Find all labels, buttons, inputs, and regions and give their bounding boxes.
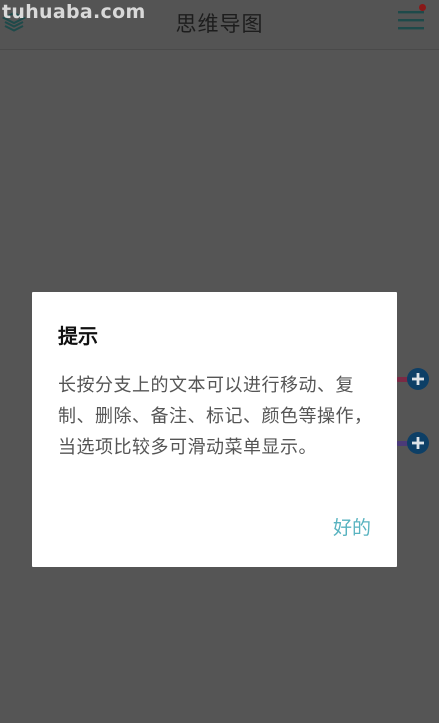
plus-circle-icon[interactable]	[407, 432, 429, 454]
watermark: tuhuaba.com	[2, 1, 146, 23]
tip-dialog: 提示 长按分支上的文本可以进行移动、复制、删除、备注、标记、颜色等操作，当选项比…	[32, 292, 397, 567]
ok-button[interactable]: 好的	[333, 513, 371, 540]
menu-icon[interactable]	[397, 9, 425, 31]
dialog-message: 长按分支上的文本可以进行移动、复制、删除、备注、标记、颜色等操作，当选项比较多可…	[58, 375, 373, 458]
plus-circle-icon[interactable]	[407, 368, 429, 390]
notification-dot	[419, 4, 426, 11]
dialog-title: 提示	[58, 324, 98, 348]
